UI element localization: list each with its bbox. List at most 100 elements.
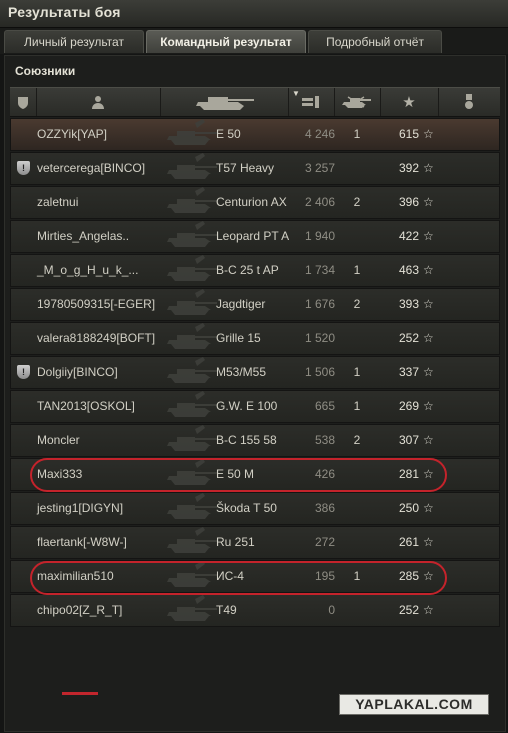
table-row[interactable]: _M_o_g_H_u_k_... B-C 25 t AP 1 734 1 463 ☆	[10, 254, 500, 287]
score-value: 252	[398, 603, 419, 617]
player-icon[interactable]	[36, 88, 161, 116]
score-value: 422	[398, 229, 419, 243]
table-row[interactable]: Maxi333 E 50 M 426 281 ☆	[10, 458, 500, 491]
platoon-cell	[15, 527, 33, 558]
player-name: jesting1[DIGYN]	[37, 501, 124, 515]
table-row[interactable]: ! Dolgiiy[BINCO] M53/M55 1 506 1 337 ☆	[10, 356, 500, 389]
star-icon: ☆	[423, 501, 434, 515]
star-icon: ☆	[423, 229, 434, 243]
player-name: maximilian510	[37, 569, 114, 583]
tab-bar: Личный результат Командный результат Под…	[0, 28, 508, 54]
platoon-cell	[15, 187, 33, 218]
platoon-cell	[15, 289, 33, 320]
clan-badge-icon: !	[17, 365, 30, 379]
kills-icon[interactable]	[334, 88, 381, 116]
kills-value: 1	[353, 127, 361, 141]
player-name: chipo02[Z_R_T]	[37, 603, 123, 617]
table-row[interactable]: chipo02[Z_R_T] T49 0 252 ☆	[10, 594, 500, 627]
star-icon: ☆	[423, 433, 434, 447]
kills-value	[347, 323, 367, 354]
tab-personal-result[interactable]: Личный результат	[4, 30, 144, 53]
table-row[interactable]: Moncler B-C 155 58 538 2 307 ☆	[10, 424, 500, 457]
player-name: vetercerega[BINCO]	[37, 161, 146, 175]
tab-team-result[interactable]: Командный результат	[146, 30, 306, 53]
table-row[interactable]: Mirties_Angelas.. Leopard PT A1 940 422 ☆	[10, 220, 500, 253]
table-row[interactable]: zaletnui Centurion AX 2 406 2 396 ☆	[10, 186, 500, 219]
damage-value: 2 406	[304, 195, 335, 209]
table-row[interactable]: maximilian510 ИС-4 195 1 285 ☆	[10, 560, 500, 593]
table-row[interactable]: 19780509315[-EGER] Jagdtiger 1 676 2 393 ☆	[10, 288, 500, 321]
star-icon: ☆	[423, 127, 434, 141]
score-value: 281	[398, 467, 419, 481]
star-icon: ☆	[423, 263, 434, 277]
player-name: Maxi333	[37, 467, 83, 481]
platoon-cell	[15, 493, 33, 524]
score-value: 393	[398, 297, 419, 311]
player-name: valera8188249[BOFT]	[37, 331, 156, 345]
table-row[interactable]: OZZYik[YAP] E 50 4 246 1 615 ☆	[10, 118, 500, 151]
damage-value: 426	[314, 467, 335, 481]
damage-value: 1 506	[304, 365, 335, 379]
score-value: 261	[398, 535, 419, 549]
kills-value: 2	[353, 433, 361, 447]
damage-value: 4 246	[304, 127, 335, 141]
score-value: 252	[398, 331, 419, 345]
damage-value: 0	[328, 603, 335, 617]
platoon-cell	[15, 119, 33, 150]
damage-value: 195	[314, 569, 335, 583]
kills-value	[347, 153, 367, 184]
player-name: zaletnui	[37, 195, 79, 209]
kills-value: 1	[353, 399, 361, 413]
table-row[interactable]: TAN2013[OSKOL] G.W. E 100 665 1 269 ☆	[10, 390, 500, 423]
damage-value: 1 734	[304, 263, 335, 277]
table-row[interactable]: flaertank[-W8W-] Ru 251 272 261 ☆	[10, 526, 500, 559]
kills-value: 2	[353, 195, 361, 209]
window-title-bar: Результаты боя	[0, 0, 508, 28]
platoon-cell	[15, 391, 33, 422]
platoon-cell	[15, 459, 33, 490]
platoon-cell: !	[15, 357, 33, 388]
score-value: 392	[398, 161, 419, 175]
score-value: 396	[398, 195, 419, 209]
score-value: 250	[398, 501, 419, 515]
star-icon: ☆	[423, 195, 434, 209]
tab-detailed-report[interactable]: Подробный отчёт	[308, 30, 442, 53]
score-value: 307	[398, 433, 419, 447]
damage-value: 1 520	[304, 331, 335, 345]
score-star-icon[interactable]: ★	[380, 88, 439, 116]
damage-value: 1 676	[304, 297, 335, 311]
platoon-cell: !	[15, 153, 33, 184]
star-icon: ☆	[423, 399, 434, 413]
damage-icon[interactable]: ▼	[288, 88, 335, 116]
platoon-cell	[15, 255, 33, 286]
medal-icon[interactable]	[438, 88, 500, 116]
player-name: Moncler	[37, 433, 80, 447]
table-row[interactable]: jesting1[DIGYN] Škoda T 50 386 250 ☆	[10, 492, 500, 525]
platoon-icon[interactable]	[10, 88, 37, 116]
platoon-cell	[15, 323, 33, 354]
star-icon: ☆	[423, 603, 434, 617]
platoon-cell	[15, 221, 33, 252]
damage-value: 1 940	[304, 229, 335, 243]
results-panel: Союзники ▼ ★ OZZYik[YAP] E 50 4 246 1 615 ☆! v…	[4, 55, 506, 732]
platoon-cell	[15, 561, 33, 592]
table-row[interactable]: valera8188249[BOFT] Grille 15 1 520 252 ☆	[10, 322, 500, 355]
window-title: Результаты боя	[8, 4, 121, 20]
player-name: OZZYik[YAP]	[37, 127, 108, 141]
player-name: TAN2013[OSKOL]	[37, 399, 135, 413]
score-value: 463	[398, 263, 419, 277]
platoon-cell	[15, 425, 33, 456]
kills-value: 1	[353, 263, 361, 277]
table-row[interactable]: ! vetercerega[BINCO] T57 Heavy 3 257 392 ☆	[10, 152, 500, 185]
tank-icon[interactable]	[160, 88, 289, 116]
kills-value	[347, 595, 367, 626]
table-header: ▼ ★	[10, 87, 500, 117]
player-name: _M_o_g_H_u_k_...	[37, 263, 139, 277]
kills-value	[347, 527, 367, 558]
damage-value: 3 257	[304, 161, 335, 175]
kills-value: 2	[353, 297, 361, 311]
allies-title: Союзники	[15, 64, 76, 78]
player-name: Dolgiiy[BINCO]	[37, 365, 118, 379]
kills-value: 1	[353, 569, 361, 583]
kills-value	[347, 221, 367, 252]
